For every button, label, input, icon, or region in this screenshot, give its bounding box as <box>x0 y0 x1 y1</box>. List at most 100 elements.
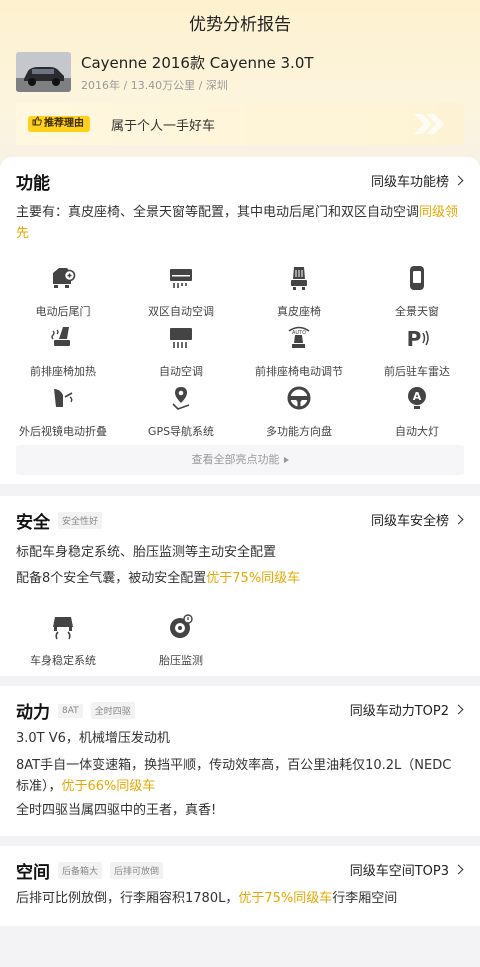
feature-item[interactable]: 外后视镜电动折叠 <box>3 385 123 439</box>
space-line-highlight: 优于75%同级车 <box>238 891 333 906</box>
space-tag: 后排可放倒 <box>110 862 164 879</box>
feature-label: 自动空调 <box>159 365 203 378</box>
function-rank-label: 同级车功能榜 <box>370 175 449 190</box>
header-area: 优势分析报告 Cayenne 2016款 Cayenne 3.0T 2016年 … <box>0 0 480 175</box>
sunroof-icon <box>410 266 424 290</box>
leather-seat-icon <box>291 267 307 290</box>
function-desc-text: 主要有：真皮座椅、全景天窗等配置，其中电动后尾门和双区自动空调 <box>16 205 420 220</box>
recommend-tag-label: 推荐理由 <box>44 118 84 129</box>
safety-line-1: 标配车身稳定系统、胎压监测等主动安全配置 <box>16 545 277 560</box>
auto-headlight-icon: A <box>408 387 426 409</box>
function-header: 功能 <box>16 169 50 194</box>
feature-label: 前排座椅加热 <box>30 365 96 378</box>
feature-label: GPS导航系统 <box>147 425 215 438</box>
space-card: 空间 后备箱大 后排可放倒 同级车空间TOP3 后排可比例放倒，行李厢容积178… <box>0 846 480 926</box>
power-rank-label: 同级车动力TOP2 <box>349 704 449 719</box>
feature-label: 全景天窗 <box>395 305 439 318</box>
safety-line-2-highlight: 优于75%同级车 <box>206 571 301 586</box>
svg-text:P: P <box>407 327 422 351</box>
recommend-tag: 推荐理由 <box>28 116 90 132</box>
chevron-right-icon <box>453 704 464 715</box>
safety-header: 安全 安全性好 <box>16 508 103 533</box>
feature-label: 胎压监测 <box>159 654 203 667</box>
power-card: 动力 8AT 全时四驱 同级车动力TOP2 3.0T V6，机械增压发动机 8A… <box>0 686 480 836</box>
feature-item[interactable]: P 前后驻车雷达 <box>357 325 477 379</box>
power-tag: 8AT <box>58 703 83 718</box>
thumbs-up-icon <box>32 116 42 132</box>
chevron-right-icon <box>453 175 464 186</box>
feature-label: 前排座椅电动调节 <box>255 365 343 378</box>
space-title: 空间 <box>16 863 50 883</box>
function-rank-link[interactable]: 同级车功能榜 <box>370 171 464 190</box>
feature-item[interactable]: 胎压监测 <box>121 614 241 668</box>
power-tag: 全时四驱 <box>90 702 135 719</box>
space-line: 后排可比例放倒，行李厢容积1780L，优于75%同级车行李厢空间 <box>16 888 464 909</box>
feature-item[interactable]: 自动空调 <box>121 325 241 379</box>
feature-label: 车身稳定系统 <box>30 654 96 667</box>
space-rank-link[interactable]: 同级车空间TOP3 <box>349 860 464 879</box>
feature-label: 前后驻车雷达 <box>384 365 450 378</box>
function-description: 主要有：真皮座椅、全景天窗等配置，其中电动后尾门和双区自动空调同级领先 <box>16 202 464 244</box>
car-meta: 2016年 / 13.40万公里 / 深圳 <box>81 79 228 92</box>
power-header: 动力 8AT 全时四驱 <box>16 698 135 723</box>
feature-item[interactable]: 电动后尾门 <box>3 265 123 319</box>
function-card: 功能 同级车功能榜 主要有：真皮座椅、全景天窗等配置，其中电动后尾门和双区自动空… <box>0 157 480 484</box>
feature-item[interactable]: GPS导航系统 <box>121 385 241 439</box>
car-name: Cayenne 2016款 Cayenne 3.0T <box>81 54 314 72</box>
feature-label: 多功能方向盘 <box>266 425 332 438</box>
feature-label: 双区自动空调 <box>148 305 214 318</box>
power-line-2b: 标准）， <box>16 779 62 794</box>
power-title: 动力 <box>16 703 50 723</box>
chevron-decoration-icon <box>414 114 444 134</box>
recommend-reason-bar: 推荐理由 属于个人一手好车 <box>16 103 464 145</box>
feature-item[interactable]: 全景天窗 <box>357 265 477 319</box>
parking-radar-icon: P <box>407 327 429 351</box>
space-line-suffix: 行李厢空间 <box>332 891 398 906</box>
stability-control-icon <box>53 617 73 640</box>
seat-heating-icon <box>51 327 70 346</box>
power-line-2-highlight: 优于66%同级车 <box>61 779 156 794</box>
safety-tag: 安全性好 <box>58 512 103 529</box>
feature-label: 真皮座椅 <box>277 305 321 318</box>
power-seat-icon: AUTO <box>288 326 310 348</box>
steering-wheel-icon <box>287 386 311 410</box>
feature-label: 自动大灯 <box>395 425 439 438</box>
page-title: 优势分析报告 <box>189 15 291 35</box>
view-all-label: 查看全部亮点功能 <box>191 453 280 466</box>
space-header: 空间 后备箱大 后排可放倒 <box>16 858 164 883</box>
feature-item[interactable]: A 自动大灯 <box>357 385 477 439</box>
feature-item[interactable]: 多功能方向盘 <box>239 385 359 439</box>
feature-item[interactable]: 前排座椅加热 <box>3 325 123 379</box>
auto-ac-icon <box>170 328 192 348</box>
tailgate-icon <box>53 268 76 288</box>
power-line-2: 8AT手自一体变速箱，换挡平顺，传动效率高，百公里油耗仅10.2L（NEDC 标… <box>16 755 464 797</box>
tire-pressure-icon <box>170 614 193 638</box>
power-line-3: 全时四驱当属四驱中的王者，真香! <box>16 803 217 818</box>
dual-ac-icon <box>170 269 192 288</box>
power-line-1: 3.0T V6，机械增压发动机 <box>16 731 170 746</box>
space-rank-label: 同级车空间TOP3 <box>349 864 449 879</box>
power-rank-link[interactable]: 同级车动力TOP2 <box>349 700 464 719</box>
power-line-2a: 8AT手自一体变速箱，换挡平顺，传动效率高，百公里油耗仅10.2L（NEDC <box>16 758 452 773</box>
chevron-right-icon <box>453 514 464 525</box>
feature-item[interactable]: 车身稳定系统 <box>3 614 123 668</box>
safety-title: 安全 <box>16 513 50 533</box>
safety-line-2: 配备8个安全气囊，被动安全配置优于75%同级车 <box>16 568 464 589</box>
recommend-text: 属于个人一手好车 <box>111 119 216 134</box>
mirror-fold-icon <box>54 389 73 407</box>
view-all-features-button[interactable]: 查看全部亮点功能 <box>16 445 464 475</box>
space-line-text: 后排可比例放倒，行李厢容积1780L， <box>16 891 239 906</box>
feature-item[interactable]: 双区自动空调 <box>121 265 241 319</box>
feature-item[interactable]: AUTO 前排座椅电动调节 <box>239 325 359 379</box>
function-title: 功能 <box>16 174 50 194</box>
space-tag: 后备箱大 <box>58 862 103 879</box>
triangle-right-icon <box>283 457 289 463</box>
safety-line-2-text: 配备8个安全气囊，被动安全配置 <box>16 571 207 586</box>
feature-item[interactable]: 真皮座椅 <box>239 265 359 319</box>
svg-text:A: A <box>413 390 422 403</box>
feature-label: 电动后尾门 <box>35 305 91 318</box>
car-thumbnail[interactable] <box>16 52 71 92</box>
safety-rank-label: 同级车安全榜 <box>370 514 449 529</box>
safety-rank-link[interactable]: 同级车安全榜 <box>370 510 464 529</box>
chevron-right-icon <box>453 864 464 875</box>
